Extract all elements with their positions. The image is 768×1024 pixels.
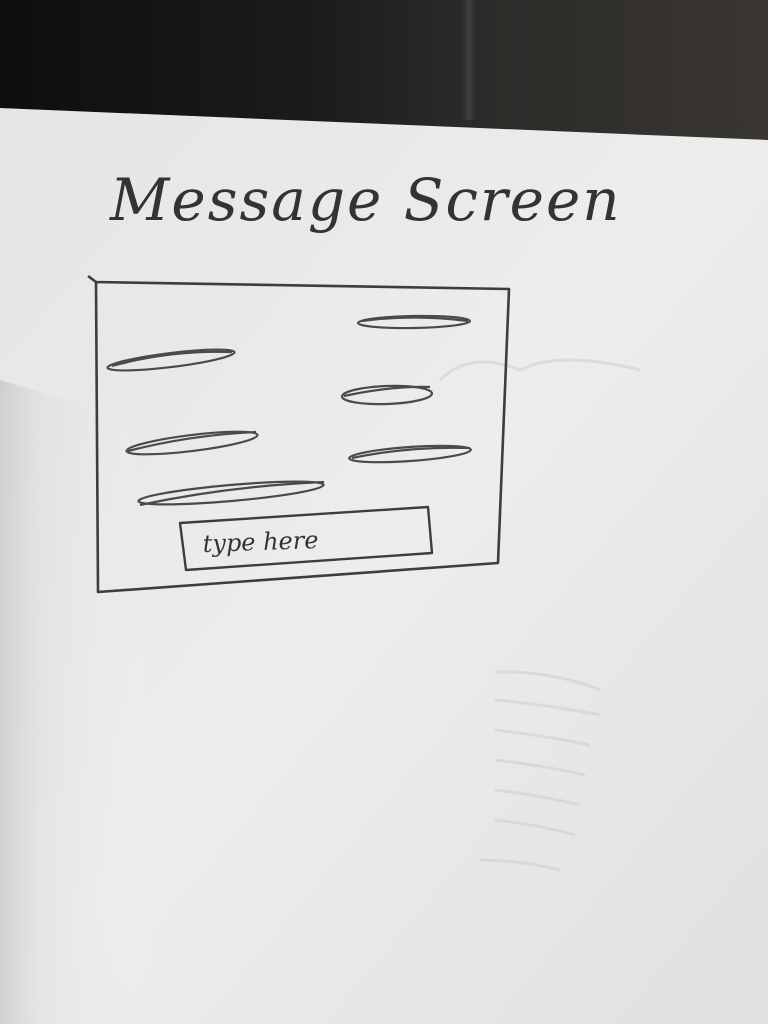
message-input-placeholder: type here — [202, 526, 319, 558]
sketch-title: Message Screen — [109, 166, 622, 234]
photo-scene: Message Screen type here — [0, 0, 768, 1024]
paper-sheet: Message Screen type here — [0, 0, 768, 1024]
